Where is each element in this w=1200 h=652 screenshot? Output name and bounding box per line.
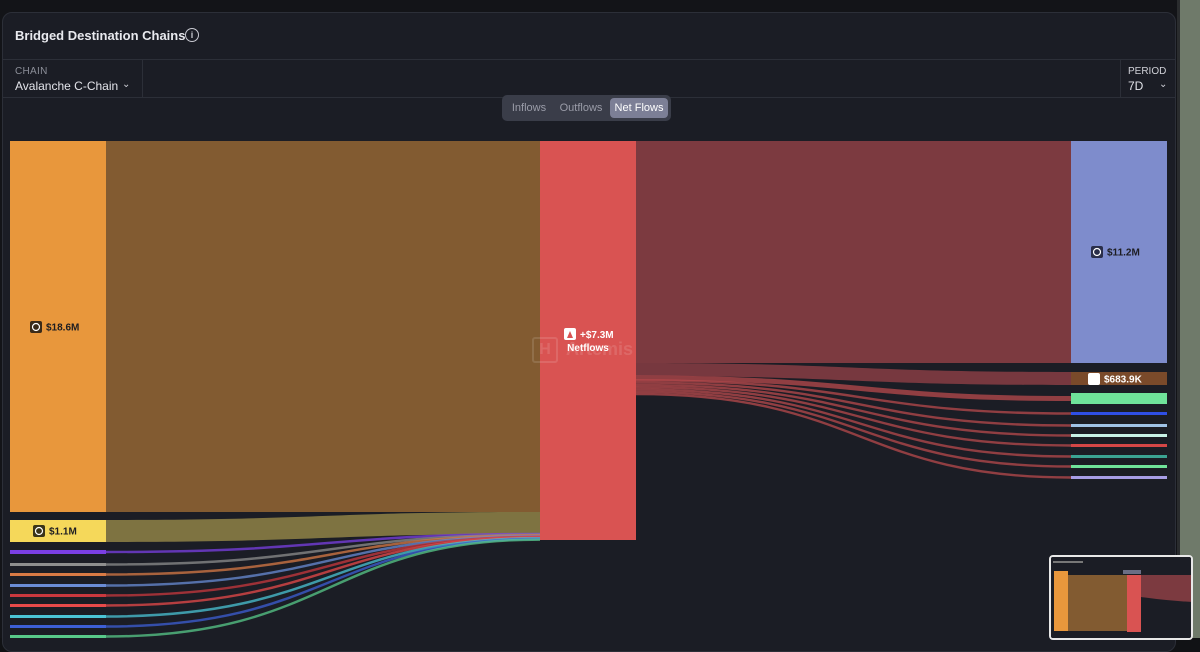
- minimap-source-node: [1054, 571, 1068, 631]
- band-target-0: [636, 141, 1071, 363]
- band-source-6: [105, 535, 541, 597]
- band-target-9: [635, 392, 1072, 479]
- chain-token-icon: [1088, 373, 1100, 385]
- target-node-9: [1071, 476, 1167, 479]
- source-node-7: [10, 604, 106, 607]
- ethereum-coin-icon: [1091, 246, 1103, 258]
- source-label-1: $1.1M: [49, 527, 77, 538]
- band-source-10: [105, 538, 541, 638]
- band-source-7: [105, 536, 541, 607]
- source-node-8: [10, 615, 106, 618]
- target-node-3: [1071, 412, 1167, 415]
- target-node-8: [1071, 465, 1167, 468]
- target-node-4: [1071, 424, 1167, 427]
- target-node-2: [1071, 393, 1167, 404]
- watermark-text: Artemis: [566, 339, 634, 359]
- band-source-0: [106, 141, 540, 512]
- minimap-center-node: [1127, 575, 1141, 632]
- bnb-coin-icon: [33, 525, 45, 537]
- minimap-band: [1068, 575, 1128, 631]
- bitcoin-coin-icon: [30, 321, 42, 333]
- source-node-9: [10, 625, 106, 628]
- target-node-5: [1071, 434, 1167, 437]
- artemis-logo-icon: H: [532, 337, 558, 363]
- target-label-0: $11.2M: [1107, 248, 1140, 259]
- minimap-toggle: [1123, 570, 1141, 574]
- target-node-6: [1071, 444, 1167, 447]
- sankey-chart: $18.6M$1.1M$11.2M$683.9K+$7.3MNetflows: [10, 141, 1167, 638]
- minimap-thumbnail[interactable]: [1049, 555, 1193, 640]
- source-node-5: [10, 584, 106, 587]
- minimap-preview: [1051, 557, 1191, 638]
- source-node-3: [10, 563, 106, 566]
- source-label-0: $18.6M: [46, 323, 79, 334]
- target-label-1: $683.9K: [1104, 375, 1143, 386]
- source-node-4: [10, 573, 106, 576]
- target-node-7: [1071, 455, 1167, 458]
- source-node-2: [10, 550, 106, 554]
- minimap-out-band: [1141, 575, 1191, 602]
- source-node-6: [10, 594, 106, 597]
- minimap-title: [1053, 561, 1083, 563]
